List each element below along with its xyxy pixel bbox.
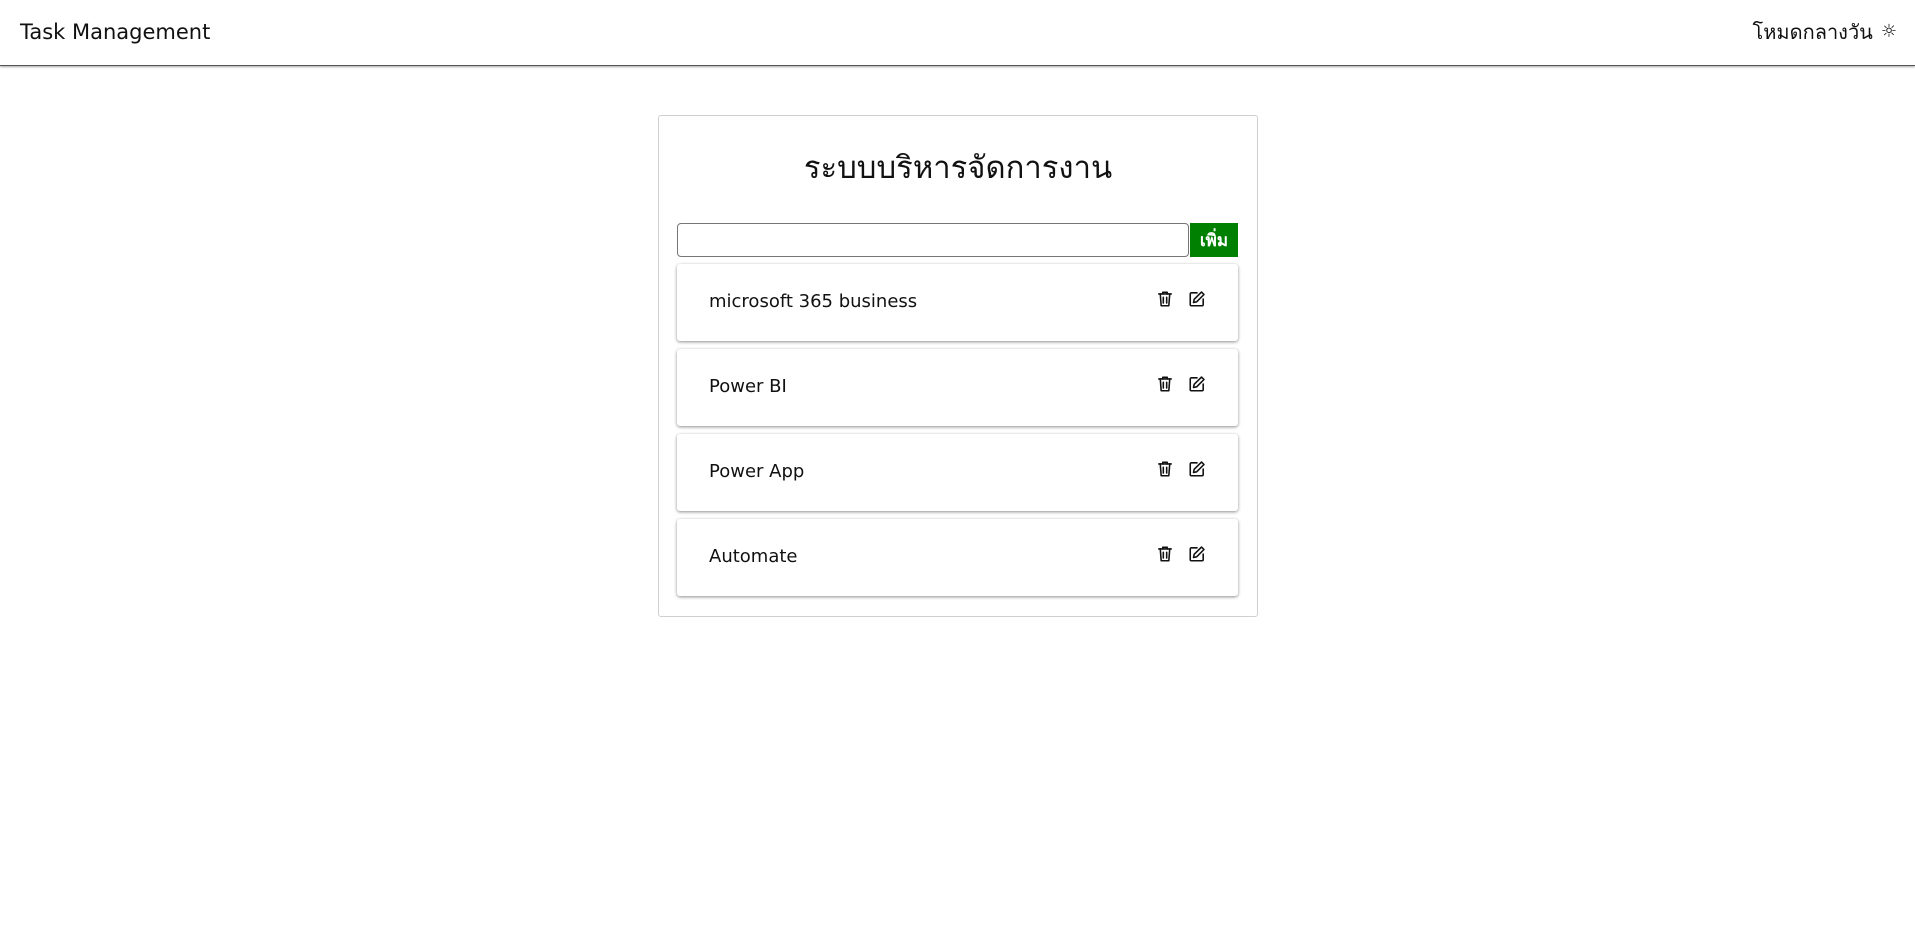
- trash-icon[interactable]: [1156, 545, 1174, 563]
- add-task-button[interactable]: เพิ่ม: [1190, 223, 1238, 257]
- brand-title: Task Management: [20, 20, 211, 44]
- trash-icon[interactable]: [1156, 460, 1174, 478]
- edit-icon[interactable]: [1188, 290, 1206, 308]
- task-text: microsoft 365 business: [709, 291, 918, 312]
- task-list: microsoft 365 business Power BI Power Ap…: [677, 264, 1238, 604]
- trash-icon[interactable]: [1156, 290, 1174, 308]
- task-item: Power App: [677, 434, 1238, 511]
- task-input[interactable]: [677, 223, 1189, 257]
- edit-icon[interactable]: [1188, 460, 1206, 478]
- task-text: Power App: [709, 461, 805, 482]
- edit-icon[interactable]: [1188, 545, 1206, 563]
- task-actions: [1156, 545, 1206, 563]
- task-card: ระบบบริหารจัดการงาน เพิ่ม microsoft 365 …: [658, 115, 1258, 617]
- edit-icon[interactable]: [1188, 375, 1206, 393]
- theme-mode-label: โหมดกลางวัน: [1752, 20, 1873, 44]
- add-task-row: เพิ่ม: [677, 223, 1238, 257]
- navbar: Task Management โหมดกลางวัน ☼: [0, 0, 1915, 66]
- task-text: Automate: [709, 546, 798, 567]
- theme-mode-toggle[interactable]: โหมดกลางวัน ☼: [1752, 19, 1897, 45]
- task-item: Automate: [677, 519, 1238, 596]
- task-actions: [1156, 375, 1206, 393]
- sun-icon: ☼: [1880, 21, 1897, 42]
- trash-icon[interactable]: [1156, 375, 1174, 393]
- page-title: ระบบบริหารจัดการงาน: [803, 150, 1113, 186]
- task-item: microsoft 365 business: [677, 264, 1238, 341]
- task-item: Power BI: [677, 349, 1238, 426]
- task-actions: [1156, 460, 1206, 478]
- task-actions: [1156, 290, 1206, 308]
- task-text: Power BI: [709, 376, 787, 397]
